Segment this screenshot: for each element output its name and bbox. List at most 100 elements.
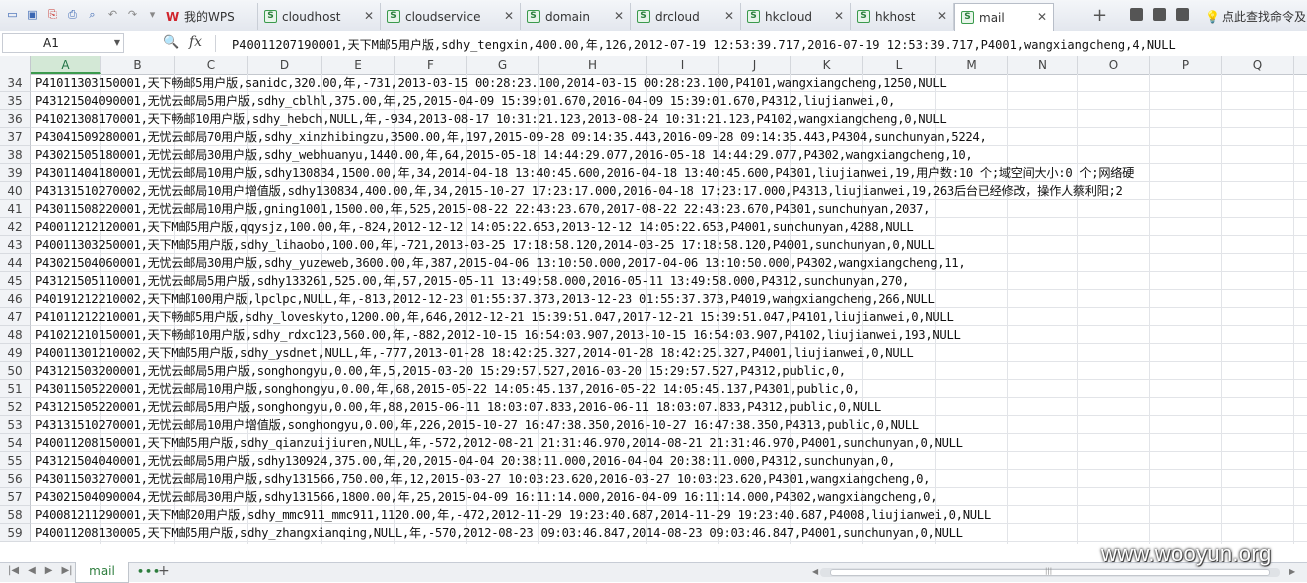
row-number[interactable]: 44 bbox=[0, 254, 31, 272]
cell-a[interactable]: P40011301210002,天下M邮5用户版,sdhy_ysdnet,NUL… bbox=[35, 345, 914, 362]
row-number[interactable]: 59 bbox=[0, 524, 31, 542]
column-header-b[interactable]: B bbox=[101, 56, 175, 74]
row-number[interactable]: 53 bbox=[0, 416, 31, 434]
cell-a[interactable]: P40011208130005,天下M邮5用户版,sdhy_zhangxianq… bbox=[35, 525, 963, 542]
print-icon[interactable]: ⎙ bbox=[64, 6, 81, 23]
scroll-left-icon[interactable]: ◀ bbox=[812, 567, 818, 576]
cell-a[interactable]: P43121505220001,无忧云邮局5用户版,songhongyu,0.0… bbox=[35, 399, 881, 416]
cell-a[interactable]: P43021504090004,无忧云邮局30用户版,sdhy131566,18… bbox=[35, 489, 938, 506]
column-header-d[interactable]: D bbox=[248, 56, 322, 74]
tab-mail[interactable]: Smail ✕ bbox=[954, 3, 1054, 31]
row-number[interactable]: 38 bbox=[0, 146, 31, 164]
column-header-g[interactable]: G bbox=[467, 56, 539, 74]
new-icon[interactable]: ▭ bbox=[4, 6, 21, 23]
column-header-c[interactable]: C bbox=[175, 56, 248, 74]
cell-a[interactable]: P40011212120001,天下M邮5用户版,qqysjz,100.00,年… bbox=[35, 219, 914, 236]
row-number[interactable]: 57 bbox=[0, 488, 31, 506]
column-header-r[interactable]: R bbox=[1294, 56, 1307, 74]
column-header-a[interactable]: A bbox=[31, 56, 101, 74]
close-icon[interactable]: ✕ bbox=[504, 9, 514, 23]
tab-cloudservice[interactable]: Scloudservice ✕ bbox=[381, 3, 521, 30]
row-number[interactable]: 55 bbox=[0, 452, 31, 470]
undo-icon[interactable]: ↶ bbox=[104, 6, 121, 23]
cell-a[interactable]: P40011303250001,天下M邮5用户版,sdhy_lihaobo,10… bbox=[35, 237, 935, 254]
tab-hkhost[interactable]: Shkhost ✕ bbox=[851, 3, 954, 30]
cell-a[interactable]: P40191212210002,天下M邮100用户版,lpclpc,NULL,年… bbox=[35, 291, 935, 308]
sheet-tab-mail[interactable]: mail bbox=[75, 562, 129, 583]
tab-drcloud[interactable]: Sdrcloud ✕ bbox=[631, 3, 741, 30]
row-number[interactable]: 43 bbox=[0, 236, 31, 254]
column-header-k[interactable]: K bbox=[791, 56, 863, 74]
column-header-o[interactable]: O bbox=[1078, 56, 1150, 74]
select-all-corner[interactable] bbox=[0, 56, 31, 74]
row-number[interactable]: 39 bbox=[0, 164, 31, 182]
cell-a[interactable]: P40081211290001,天下M邮20用户版,sdhy_mmc911_mm… bbox=[35, 507, 991, 524]
tab-hkcloud[interactable]: Shkcloud ✕ bbox=[741, 3, 851, 30]
column-header-i[interactable]: I bbox=[647, 56, 719, 74]
close-icon[interactable]: ✕ bbox=[364, 9, 374, 23]
cell-a[interactable]: P43041509280001,无忧云邮局70用户版,sdhy_xinzhibi… bbox=[35, 129, 987, 146]
row-number[interactable]: 58 bbox=[0, 506, 31, 524]
column-header-e[interactable]: E bbox=[322, 56, 395, 74]
formula-input[interactable]: P40011207190001,天下M邮5用户版,sdhy_tengxin,40… bbox=[232, 36, 1176, 53]
cell-a[interactable]: P43131510270001,无忧云邮局10用户增值版,songhongyu,… bbox=[35, 417, 919, 434]
cell-a[interactable]: P43011404180001,无忧云邮局10用户版,sdhy130834,15… bbox=[35, 165, 1134, 182]
layout-icon[interactable] bbox=[1176, 8, 1189, 21]
row-number[interactable]: 50 bbox=[0, 362, 31, 380]
share-icon[interactable] bbox=[1153, 8, 1166, 21]
cell-a[interactable]: P43011505220001,无忧云邮局10用户版,songhongyu,0.… bbox=[35, 381, 860, 398]
first-sheet-icon[interactable]: |◀ bbox=[8, 565, 19, 576]
row-number[interactable]: 37 bbox=[0, 128, 31, 146]
add-sheet-button[interactable]: + bbox=[158, 563, 170, 579]
cell-a[interactable]: P43011503270001,无忧云邮局10用户版,sdhy131566,75… bbox=[35, 471, 931, 488]
scroll-right-icon[interactable]: ▶ bbox=[1289, 567, 1295, 576]
close-icon[interactable]: ✕ bbox=[834, 9, 844, 23]
cell-a[interactable]: P43121504040001,无忧云邮局5用户版,sdhy130924,375… bbox=[35, 453, 895, 470]
name-box[interactable]: A1 ▼ bbox=[2, 33, 124, 53]
tab-domain[interactable]: Sdomain ✕ bbox=[521, 3, 631, 30]
function-icon[interactable]: fx bbox=[189, 34, 202, 50]
cell-a[interactable]: P41021210150001,天下畅邮10用户版,sdhy_rdxc123,5… bbox=[35, 327, 961, 344]
column-header-m[interactable]: M bbox=[936, 56, 1008, 74]
row-number[interactable]: 36 bbox=[0, 110, 31, 128]
row-number[interactable]: 51 bbox=[0, 380, 31, 398]
pdf-icon[interactable]: ⎘ bbox=[44, 6, 61, 23]
cell-a[interactable]: P40011208150001,天下M邮5用户版,sdhy_qianzuijiu… bbox=[35, 435, 963, 452]
column-header-j[interactable]: J bbox=[719, 56, 791, 74]
row-number[interactable]: 56 bbox=[0, 470, 31, 488]
row-number[interactable]: 49 bbox=[0, 344, 31, 362]
close-icon[interactable]: ✕ bbox=[937, 9, 947, 23]
cell-a[interactable]: P43121505110001,无忧云邮局5用户版,sdhy133261,525… bbox=[35, 273, 909, 290]
cell-a[interactable]: P41011212210001,天下畅邮5用户版,sdhy_loveskyto,… bbox=[35, 309, 954, 326]
cell-a[interactable]: P41021308170001,天下畅邮10用户版,sdhy_hebch,NUL… bbox=[35, 111, 947, 128]
print-preview-icon[interactable]: ⌕ bbox=[84, 6, 101, 23]
row-number[interactable]: 52 bbox=[0, 398, 31, 416]
row-number[interactable]: 42 bbox=[0, 218, 31, 236]
find-command-box[interactable]: 💡 点此查找命令及 bbox=[1205, 8, 1306, 25]
row-number[interactable]: 34 bbox=[0, 74, 31, 92]
cell-a[interactable]: P43131510270002,无忧云邮局10用户增值版,sdhy130834,… bbox=[35, 183, 1123, 200]
save-icon[interactable]: ▣ bbox=[24, 6, 41, 23]
cell-a[interactable]: P43021504060001,无忧云邮局30用户版,sdhy_yuzeweb,… bbox=[35, 255, 966, 272]
row-number[interactable]: 35 bbox=[0, 92, 31, 110]
new-tab-button[interactable]: + bbox=[1092, 5, 1107, 26]
column-header-q[interactable]: Q bbox=[1222, 56, 1294, 74]
row-number[interactable]: 45 bbox=[0, 272, 31, 290]
row-number[interactable]: 47 bbox=[0, 308, 31, 326]
row-number[interactable]: 41 bbox=[0, 200, 31, 218]
row-number[interactable]: 54 bbox=[0, 434, 31, 452]
row-number[interactable]: 48 bbox=[0, 326, 31, 344]
row-number[interactable]: 40 bbox=[0, 182, 31, 200]
cell-a[interactable]: P43011508220001,无忧云邮局10用户版,gning1001,150… bbox=[35, 201, 931, 218]
column-header-f[interactable]: F bbox=[395, 56, 467, 74]
zoom-icon[interactable]: 🔍 bbox=[163, 35, 179, 50]
settings-icon[interactable] bbox=[1130, 8, 1143, 21]
column-header-l[interactable]: L bbox=[863, 56, 936, 74]
next-sheet-icon[interactable]: ▶ bbox=[45, 565, 53, 576]
prev-sheet-icon[interactable]: ◀ bbox=[28, 565, 36, 576]
cell-a[interactable]: P43121503200001,无忧云邮局5用户版,songhongyu,0.0… bbox=[35, 363, 846, 380]
column-header-p[interactable]: P bbox=[1150, 56, 1222, 74]
column-header-n[interactable]: N bbox=[1008, 56, 1078, 74]
column-header-h[interactable]: H bbox=[539, 56, 647, 74]
close-icon[interactable]: ✕ bbox=[614, 9, 624, 23]
